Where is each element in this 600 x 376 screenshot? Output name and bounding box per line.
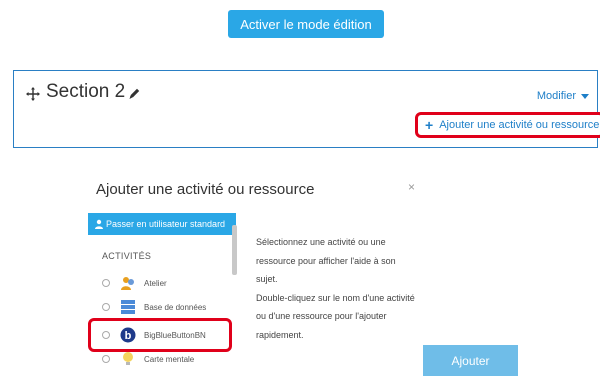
scrollbar[interactable] (232, 225, 237, 275)
modify-dropdown[interactable]: Modifier (537, 90, 589, 102)
add-activity-label: Ajouter une activité ou ressource (439, 119, 600, 131)
section-title: Section 2 (46, 81, 126, 102)
modify-label: Modifier (536, 90, 576, 102)
standard-user-button[interactable]: Passer en utilisateur standard (88, 213, 236, 235)
add-activity-link[interactable]: + Ajouter une activité ou ressource (415, 112, 600, 138)
radio-carte-mentale[interactable] (102, 355, 110, 363)
list-item-atelier[interactable]: Atelier (88, 272, 236, 294)
move-icon[interactable] (26, 87, 40, 101)
help-line: ou d'une ressource pour l'ajouter (256, 311, 387, 321)
radio-base-de-donnees[interactable] (102, 303, 110, 311)
workshop-icon (121, 277, 134, 290)
activities-heading: ACTIVITÉS (102, 251, 152, 261)
help-line: rapidement. (256, 329, 304, 340)
standard-user-label: Passer en utilisateur standard (106, 219, 226, 229)
lightbulb-icon (123, 352, 133, 365)
chevron-down-icon (581, 93, 589, 99)
activity-label: Carte mentale (144, 354, 195, 364)
highlight-box (88, 318, 232, 352)
plus-icon: + (425, 117, 434, 133)
list-item-base-de-donnees[interactable]: Base de données (88, 296, 236, 318)
close-icon[interactable]: × (408, 180, 415, 194)
edit-mode-button[interactable]: Activer le mode édition (228, 10, 384, 38)
help-text: Sélectionnez une activité ou une ressour… (256, 233, 416, 344)
help-line: Double-cliquez sur le nom d'une activité (256, 292, 415, 303)
database-icon (121, 300, 135, 314)
pencil-icon[interactable] (128, 87, 141, 100)
user-icon (95, 219, 103, 229)
help-line: ressource pour afficher l'aide à son suj… (256, 255, 396, 285)
modal-title: Ajouter une activité ou ressource (96, 181, 315, 198)
activity-label: Base de données (144, 302, 207, 312)
activity-label: Atelier (144, 278, 167, 288)
radio-atelier[interactable] (102, 279, 110, 287)
help-line: Sélectionnez une activité ou une (256, 237, 386, 247)
submit-button[interactable]: Ajouter (423, 345, 518, 376)
